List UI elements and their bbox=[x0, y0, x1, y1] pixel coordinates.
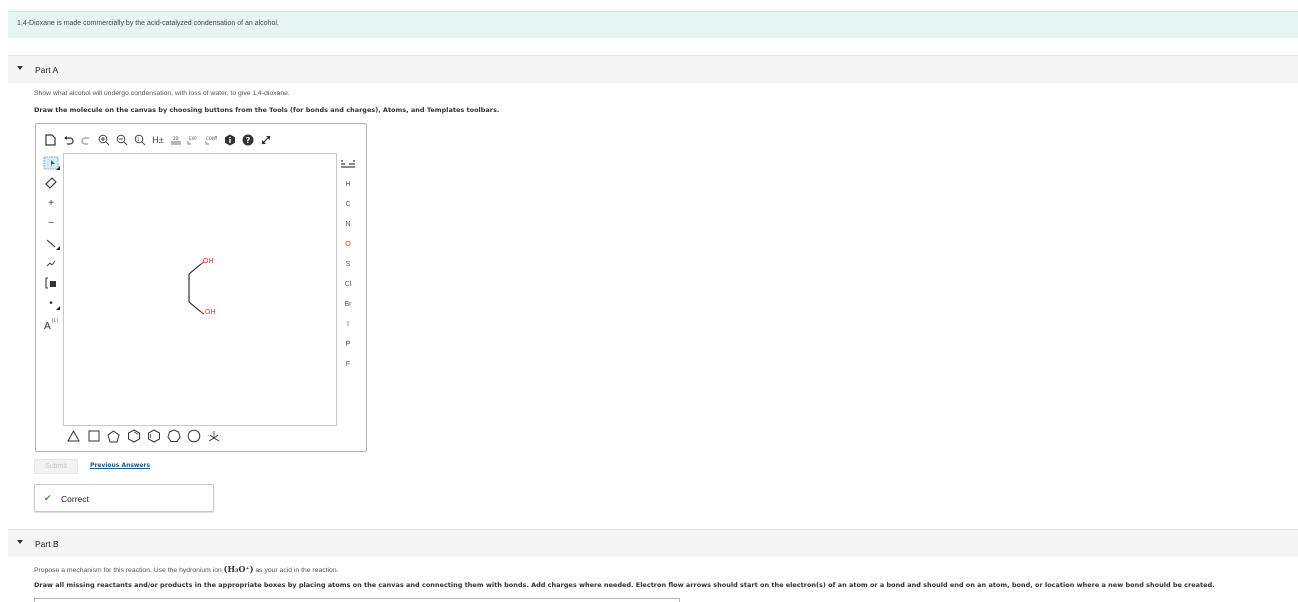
part-b-instruction: Propose a mechanism for this reaction. U… bbox=[34, 564, 339, 574]
hydroxyl-label-top[interactable]: OH bbox=[203, 258, 214, 265]
intro-text: 1,4-Dioxane is made commercially by the … bbox=[17, 20, 279, 27]
atoms-toolbar: H C N O S Cl Br I P F bbox=[337, 154, 359, 374]
2d-clean-icon[interactable]: 2D bbox=[169, 133, 183, 147]
atom-p[interactable]: P bbox=[337, 334, 359, 354]
atom-s[interactable]: S bbox=[337, 254, 359, 274]
chain-icon[interactable] bbox=[40, 253, 62, 273]
feedback-correct: ✔ Correct bbox=[34, 484, 214, 512]
cycloheptane-icon[interactable] bbox=[166, 429, 181, 444]
templates-toolbar bbox=[66, 428, 221, 444]
redo-icon[interactable] bbox=[79, 133, 93, 147]
svg-text:EXP: EXP bbox=[189, 136, 197, 141]
radical-icon[interactable]: • bbox=[40, 293, 62, 313]
atom-c[interactable]: C bbox=[337, 194, 359, 214]
checkmark-icon: ✔ bbox=[44, 493, 52, 503]
single-bond-icon[interactable] bbox=[40, 233, 62, 253]
part-a-instruction: Show what alcohol will undergo condensat… bbox=[34, 90, 290, 97]
zoom-in-icon[interactable] bbox=[97, 133, 111, 147]
svg-text:[1]: [1] bbox=[52, 318, 58, 323]
part-a-header[interactable]: Part A bbox=[8, 55, 1298, 83]
cyclohexane-icon[interactable] bbox=[146, 429, 161, 444]
zoom-reset-icon[interactable]: 1 bbox=[133, 133, 147, 147]
atom-label-icon[interactable]: A [1] bbox=[40, 313, 62, 333]
tools-toolbar: + − • A [1] bbox=[40, 153, 62, 333]
part-a-title: Part A bbox=[35, 65, 59, 75]
contract-icon[interactable]: CONT bbox=[205, 133, 219, 147]
svg-text:1: 1 bbox=[137, 137, 140, 142]
atom-f[interactable]: F bbox=[337, 354, 359, 374]
fullscreen-icon[interactable] bbox=[259, 133, 273, 147]
cyclopropane-icon[interactable] bbox=[66, 429, 81, 444]
help-icon[interactable]: ? bbox=[241, 133, 255, 147]
part-b-title: Part B bbox=[35, 539, 59, 549]
submit-button[interactable]: Submit bbox=[34, 459, 78, 474]
cyclooctane-icon[interactable] bbox=[186, 429, 201, 444]
atom-o[interactable]: O bbox=[337, 234, 359, 254]
part-a-drawing-instruction: Draw the molecule on the canvas by choos… bbox=[34, 106, 500, 114]
expand-icon[interactable]: EXP bbox=[187, 133, 201, 147]
part-b-drawing-instruction: Draw all missing reactants and/or produc… bbox=[34, 581, 1215, 589]
svg-text:?: ? bbox=[246, 136, 251, 145]
part-b-instruction-pre: Propose a mechanism for this reaction. U… bbox=[34, 567, 222, 574]
editor-top-toolbar: 1 H± 2D EXP CONT ? bbox=[43, 133, 273, 147]
cyclobutane-icon[interactable] bbox=[86, 429, 101, 444]
undo-icon[interactable] bbox=[61, 133, 75, 147]
atom-n[interactable]: N bbox=[337, 214, 359, 234]
periodic-table-icon[interactable] bbox=[337, 154, 359, 174]
negative-charge-icon[interactable]: − bbox=[40, 213, 62, 233]
molecule-editor[interactable]: 1 H± 2D EXP CONT ? + − • A [1] OH OH H C … bbox=[35, 123, 367, 452]
info-icon[interactable] bbox=[223, 133, 237, 147]
part-b-header[interactable]: Part B bbox=[8, 529, 1298, 557]
bracket-icon[interactable] bbox=[40, 273, 62, 293]
part-b-editor[interactable] bbox=[34, 598, 680, 602]
svg-text:A: A bbox=[44, 321, 51, 330]
atom-cl[interactable]: Cl bbox=[337, 274, 359, 294]
collapse-caret-icon[interactable] bbox=[17, 66, 23, 70]
lone-pair-icon[interactable] bbox=[206, 429, 221, 444]
hydroxyl-label-bottom[interactable]: OH bbox=[205, 309, 216, 316]
atom-i[interactable]: I bbox=[337, 314, 359, 334]
hydronium-formula: (H₃O⁺) bbox=[223, 564, 254, 574]
problem-intro: 1,4-Dioxane is made commercially by the … bbox=[8, 11, 1298, 38]
positive-charge-icon[interactable]: + bbox=[40, 193, 62, 213]
zoom-out-icon[interactable] bbox=[115, 133, 129, 147]
explicit-hydrogens-icon[interactable]: H± bbox=[151, 133, 165, 147]
collapse-caret-icon[interactable] bbox=[17, 540, 23, 544]
feedback-label: Correct bbox=[61, 494, 89, 504]
part-b-instruction-post: as your acid in the reaction. bbox=[255, 567, 339, 574]
cyclopentane-icon[interactable] bbox=[106, 429, 121, 444]
drawing-canvas[interactable]: OH OH bbox=[63, 153, 337, 426]
atom-br[interactable]: Br bbox=[337, 294, 359, 314]
benzene-icon[interactable] bbox=[126, 429, 141, 444]
new-document-icon[interactable] bbox=[43, 133, 57, 147]
previous-answers-link[interactable]: Previous Answers bbox=[90, 462, 150, 469]
eraser-icon[interactable] bbox=[40, 173, 62, 193]
select-icon[interactable] bbox=[40, 153, 62, 173]
atom-h[interactable]: H bbox=[337, 174, 359, 194]
svg-text:2D: 2D bbox=[173, 136, 179, 141]
